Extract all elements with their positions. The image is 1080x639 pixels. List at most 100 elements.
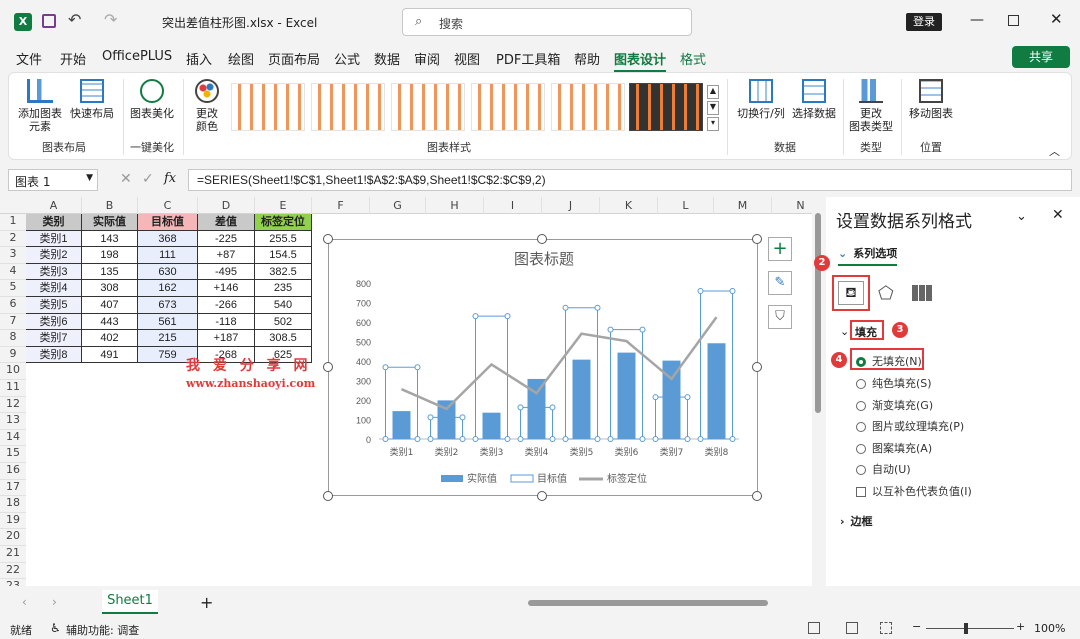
- radio-gradient-fill[interactable]: 渐变填充(G): [856, 397, 933, 413]
- panel-options-chevron-icon[interactable]: ⌄: [1016, 209, 1027, 224]
- change-chart-type-button[interactable]: 更改 图表类型: [845, 79, 897, 133]
- switch-row-col-button[interactable]: 切换行/列: [733, 79, 789, 120]
- radio-solid-fill[interactable]: 纯色填充(S): [856, 375, 932, 391]
- table-cell[interactable]: 502: [255, 313, 312, 331]
- sheet-prev-icon[interactable]: ‹: [22, 595, 27, 609]
- add-sheet-icon[interactable]: +: [200, 593, 213, 612]
- column-header-l[interactable]: L: [658, 197, 714, 214]
- table-cell[interactable]: 308.5: [255, 330, 312, 347]
- table-cell[interactable]: -118: [198, 313, 255, 331]
- table-cell[interactable]: -266: [198, 297, 255, 314]
- table-cell[interactable]: 111: [138, 247, 198, 264]
- radio-automatic[interactable]: 自动(U): [856, 461, 911, 477]
- select-data-button[interactable]: 选择数据: [789, 79, 839, 120]
- change-color-button[interactable]: 更改 颜色: [187, 79, 227, 133]
- column-header-i[interactable]: I: [484, 197, 542, 214]
- column-header-g[interactable]: G: [370, 197, 426, 214]
- collapse-ribbon-icon[interactable]: ︿: [1049, 143, 1060, 159]
- radio-no-fill[interactable]: 无填充(N): [856, 353, 922, 369]
- share-button[interactable]: 共享: [1012, 46, 1070, 68]
- minimize-icon[interactable]: —: [970, 12, 984, 28]
- row-header[interactable]: 21: [0, 546, 26, 563]
- tab-officeplus[interactable]: OfficePLUS: [102, 49, 172, 64]
- invert-negative-checkbox[interactable]: 以互补色代表负值(I): [856, 483, 972, 499]
- tab-insert[interactable]: 插入: [186, 49, 212, 68]
- table-cell[interactable]: 255.5: [255, 230, 312, 248]
- table-header-cell[interactable]: 实际值: [82, 214, 138, 231]
- sheet-tab-sheet1[interactable]: Sheet1: [102, 590, 158, 614]
- table-header-cell[interactable]: 标签定位: [255, 214, 312, 231]
- chart-handle[interactable]: [537, 234, 547, 244]
- row-header[interactable]: 13: [0, 413, 26, 430]
- tab-formulas[interactable]: 公式: [334, 49, 360, 68]
- radio-pattern-fill[interactable]: 图案填充(A): [856, 440, 932, 456]
- row-header[interactable]: 20: [0, 529, 26, 546]
- table-cell[interactable]: 类别2: [26, 247, 82, 264]
- fill-section-toggle[interactable]: ⌄: [840, 325, 849, 338]
- tab-draw[interactable]: 绘图: [228, 49, 254, 68]
- row-header[interactable]: 14: [0, 429, 26, 447]
- effects-pentagon-icon[interactable]: ⬠: [878, 283, 894, 304]
- table-cell[interactable]: 382.5: [255, 263, 312, 281]
- page-layout-view-icon[interactable]: [846, 622, 858, 634]
- fill-line-paint-bucket-icon[interactable]: ⛾: [838, 281, 864, 305]
- tab-view[interactable]: 视图: [454, 49, 480, 68]
- gallery-scroll-up-icon[interactable]: ▲: [707, 85, 719, 99]
- chart-style-4[interactable]: [471, 83, 545, 131]
- table-cell[interactable]: 215: [138, 330, 198, 347]
- table-cell[interactable]: 162: [138, 280, 198, 297]
- search-box[interactable]: ⌕ 搜索: [402, 8, 692, 36]
- gallery-more-icon[interactable]: ▾: [707, 117, 719, 131]
- chart-style-2[interactable]: [311, 83, 385, 131]
- worksheet-grid[interactable]: ABCDEFGHIJKLMN 1 2 3 4 5 6 7 8 9 10 11 12 13 14 15 16 17…: [0, 197, 812, 586]
- maximize-icon[interactable]: [1008, 15, 1019, 26]
- formula-input[interactable]: =SERIES(Sheet1!$C$1,Sheet1!$A$2:$A$9,She…: [188, 169, 1072, 191]
- tab-page-layout[interactable]: 页面布局: [268, 49, 320, 68]
- name-box[interactable]: 图表 1 ▼: [8, 169, 98, 191]
- series-options-dropdown[interactable]: ⌄ 系列选项: [838, 245, 898, 266]
- row-header[interactable]: 19: [0, 512, 26, 530]
- chart-container[interactable]: 图表标题 0 100 200 300 400 500 600 700 800 类别1 类别2 类别3 类别…: [328, 239, 758, 496]
- chart-handle[interactable]: [323, 491, 333, 501]
- move-chart-button[interactable]: 移动图表: [905, 79, 957, 120]
- table-cell[interactable]: 630: [138, 263, 198, 281]
- chart-handle[interactable]: [752, 491, 762, 501]
- cancel-icon[interactable]: ✕: [120, 171, 132, 187]
- chart-style-6[interactable]: [629, 83, 703, 131]
- column-header-f[interactable]: F: [312, 197, 370, 214]
- tab-chart-design[interactable]: 图表设计: [614, 49, 667, 73]
- chart-style-1[interactable]: [231, 83, 305, 131]
- zoom-level[interactable]: 100%: [1034, 622, 1065, 635]
- row-header[interactable]: 17: [0, 479, 26, 497]
- border-section-toggle[interactable]: › 边框: [840, 513, 873, 529]
- sheet-next-icon[interactable]: ›: [52, 595, 57, 609]
- table-cell[interactable]: 407: [82, 297, 138, 314]
- chart-style-5[interactable]: [551, 83, 625, 131]
- chart-elements-button[interactable]: +: [768, 237, 792, 261]
- table-cell[interactable]: 308: [82, 280, 138, 297]
- column-header-j[interactable]: J: [542, 197, 600, 214]
- tab-pdf[interactable]: PDF工具箱: [496, 49, 560, 68]
- normal-view-icon[interactable]: [808, 622, 820, 634]
- column-header-m[interactable]: M: [714, 197, 772, 214]
- horizontal-scrollbar[interactable]: [510, 598, 802, 608]
- table-cell[interactable]: 235: [255, 280, 312, 297]
- table-cell[interactable]: 类别8: [26, 346, 82, 364]
- table-header-cell[interactable]: 差值: [198, 214, 255, 231]
- column-header-n[interactable]: N: [772, 197, 812, 214]
- tab-file[interactable]: 文件: [16, 49, 42, 68]
- redo-icon[interactable]: ↷: [104, 10, 117, 29]
- scroll-thumb[interactable]: [815, 213, 821, 413]
- tab-data[interactable]: 数据: [374, 49, 400, 68]
- table-cell[interactable]: -495: [198, 263, 255, 281]
- status-accessibility[interactable]: 辅助功能: 调查: [66, 622, 139, 638]
- chart-handle[interactable]: [323, 362, 333, 372]
- table-cell[interactable]: +187: [198, 330, 255, 347]
- tab-help[interactable]: 帮助: [574, 49, 600, 68]
- table-cell[interactable]: 154.5: [255, 247, 312, 264]
- table-cell[interactable]: 540: [255, 297, 312, 314]
- row-header[interactable]: 23: [0, 579, 26, 586]
- table-header-cell[interactable]: 类别: [26, 214, 82, 231]
- tab-format[interactable]: 格式: [680, 49, 706, 68]
- table-cell[interactable]: 673: [138, 297, 198, 314]
